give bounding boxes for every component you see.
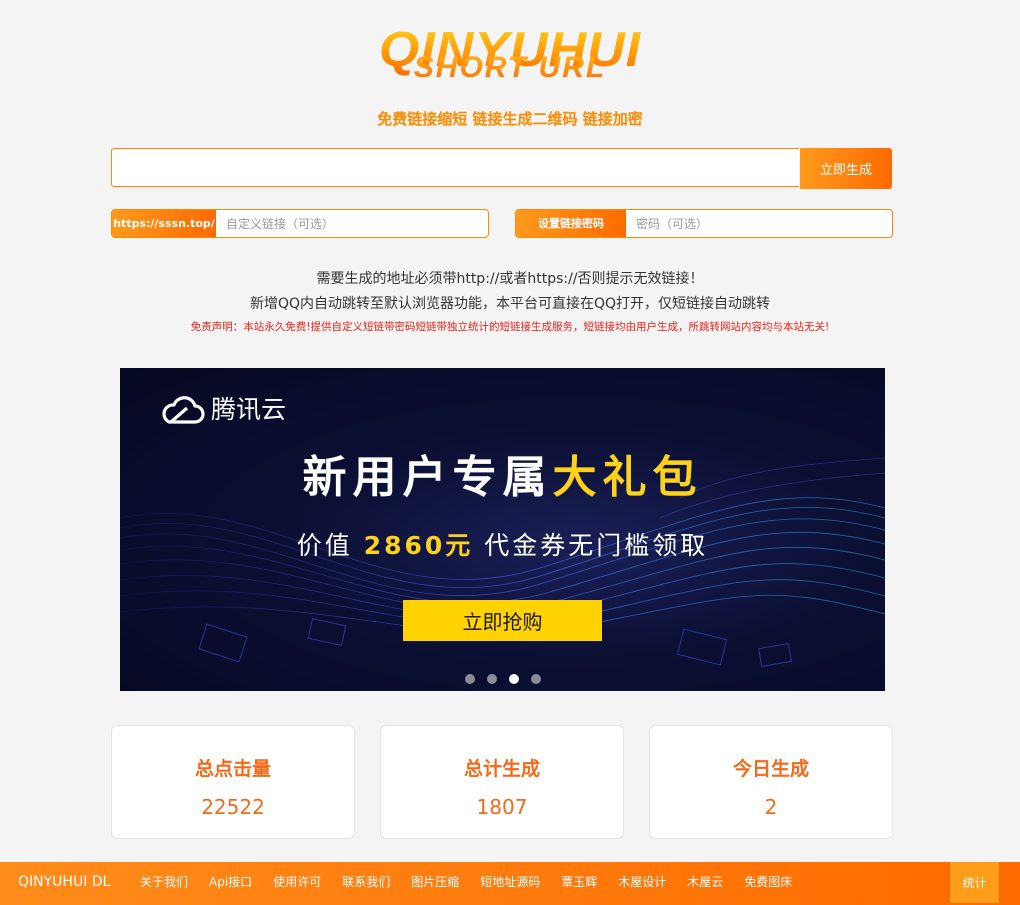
stat-label: 今日生成 xyxy=(732,758,809,780)
footer-brand[interactable]: QINYUHUI DL xyxy=(18,862,110,903)
footer-link-contact[interactable]: 联系我们 xyxy=(342,862,390,903)
carousel-dot[interactable] xyxy=(508,673,519,684)
stat-card-total-clicks: 总点击量 22522 xyxy=(111,725,355,839)
stat-card-total-generated: 总计生成 1807 xyxy=(380,725,624,839)
custom-link-group: https://sssn.top/ xyxy=(111,209,489,238)
footer-link-source-code[interactable]: 短地址源码 xyxy=(480,862,540,903)
stat-value: 1807 xyxy=(476,795,528,819)
disclaimer-text: 免责声明：本站永久免费!提供自定义短链带密码短链带独立统计的短链接生成服务，短链… xyxy=(190,321,830,333)
carousel-dot[interactable] xyxy=(486,673,497,684)
password-group: 设置链接密码 xyxy=(515,209,893,238)
generate-button[interactable]: 立即生成 xyxy=(800,148,892,189)
footer-link-image-compress[interactable]: 图片压缩 xyxy=(411,862,459,903)
banner-sub-prefix: 价值 xyxy=(296,531,364,560)
carousel-indicators xyxy=(120,668,885,684)
shorten-form: 立即生成 xyxy=(111,148,892,189)
buy-now-button[interactable]: 立即抢购 xyxy=(403,600,602,641)
footer-link-author[interactable]: 覃玉辉 xyxy=(561,862,597,903)
footer-link-license[interactable]: 使用许可 xyxy=(273,862,321,903)
long-url-input[interactable] xyxy=(111,148,799,187)
banner-sub-suffix: 代金券无门槛领取 xyxy=(473,531,709,560)
banner-title: 新用户专属大礼包 xyxy=(120,450,885,506)
stat-label: 总点击量 xyxy=(194,758,271,780)
carousel-dot[interactable] xyxy=(464,673,475,684)
stat-value: 2 xyxy=(764,795,778,819)
notice-url-format: 需要生成的地址必须带http://或者https://否则提示无效链接！ xyxy=(316,271,704,287)
banner-sub-amount: 2860元 xyxy=(363,531,474,560)
custom-link-input[interactable] xyxy=(216,210,488,237)
password-label: 设置链接密码 xyxy=(516,210,626,237)
banner-title-highlight: 大礼包 xyxy=(552,452,703,503)
stats-button[interactable]: 统计 xyxy=(950,862,999,903)
footer-link-cloud[interactable]: 木屋云 xyxy=(687,862,723,903)
stat-value: 22522 xyxy=(201,795,265,819)
footer-links: 关于我们 Api接口 使用许可 联系我们 图片压缩 短地址源码 覃玉辉 木屋设计 木屋云 免费图床 xyxy=(140,862,813,903)
logo-slogan: 免费链接缩短 链接生成二维码 链接加密 xyxy=(377,110,643,128)
logo-subtitle: SHORT URL xyxy=(0,52,1020,84)
footer-link-image-host[interactable]: 免费图床 xyxy=(744,862,792,903)
footer-nav: QINYUHUI DL 关于我们 Api接口 使用许可 联系我们 图片压缩 短地址源码 覃玉… xyxy=(0,862,1020,905)
carousel-dot[interactable] xyxy=(530,673,541,684)
banner-title-main: 新用户专属 xyxy=(302,452,553,503)
banner-subtitle: 价值 2860元 代金券无门槛领取 xyxy=(120,526,885,566)
brand-name: 腾讯云 xyxy=(211,395,287,424)
password-input[interactable] xyxy=(626,210,892,237)
footer-link-api[interactable]: Api接口 xyxy=(209,862,252,903)
cloud-icon xyxy=(162,396,205,424)
domain-label: https://sssn.top/ xyxy=(112,210,216,237)
stat-label: 总计生成 xyxy=(463,758,540,780)
footer-link-design[interactable]: 木屋设计 xyxy=(618,862,666,903)
tencent-cloud-brand: 腾讯云 xyxy=(157,392,286,428)
footer-link-about[interactable]: 关于我们 xyxy=(140,862,188,903)
promo-banner[interactable]: 腾讯云 新用户专属大礼包 价值 2860元 代金券无门槛领取 立即抢购 xyxy=(120,368,885,691)
notice-qq-redirect: 新增QQ内自动跳转至默认浏览器功能，本平台可直接在QQ打开，仅短链接自动跳转 xyxy=(249,296,771,312)
stat-card-today-generated: 今日生成 2 xyxy=(649,725,893,839)
